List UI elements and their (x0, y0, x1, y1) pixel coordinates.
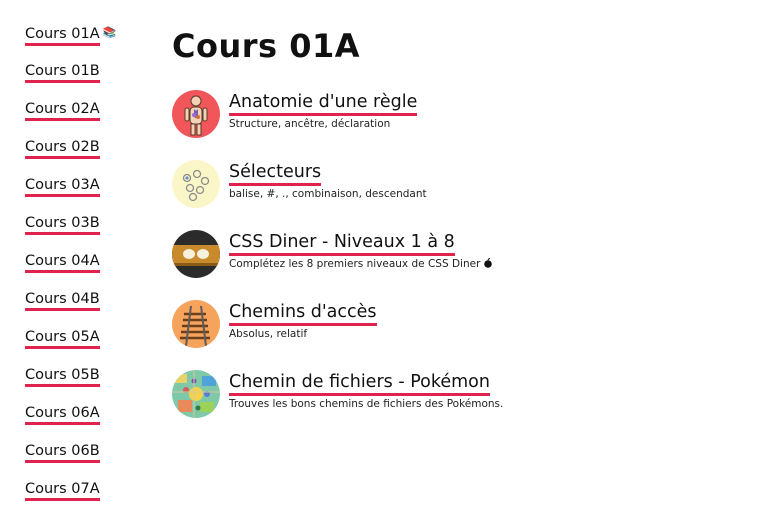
sidebar-item-label: Cours 07A (25, 481, 100, 501)
lesson-title-link[interactable]: Sélecteurs (229, 161, 322, 186)
lesson-description-text: Complétez les 8 premiers niveaux de CSS … (229, 258, 481, 270)
page: Cours 01A 📚 Cours 01B Cours 02A Cours 02B… (0, 0, 770, 512)
selectors-icon[interactable] (172, 160, 220, 208)
lesson-description: Trouves les bons chemins de fichiers des… (229, 398, 504, 410)
sidebar-item-label: Cours 06B (25, 443, 100, 463)
lesson-item-css-diner: CSS Diner - Niveaux 1 à 8 Complétez les … (172, 230, 752, 280)
railway-track-icon[interactable] (172, 300, 220, 348)
sidebar-item-label: Cours 02B (25, 139, 100, 159)
lesson-item-pokemon: Chemin de fichiers - Pokémon Trouves les… (172, 370, 752, 420)
lesson-description: Complétez les 8 premiers niveaux de CSS … (229, 258, 493, 271)
sidebar-item-cours-01a[interactable]: Cours 01A 📚 (25, 24, 150, 62)
lesson-description: Absolus, relatif (229, 328, 308, 340)
lesson-description: Structure, ancêtre, déclaration (229, 118, 391, 130)
pokemon-map-icon[interactable] (172, 370, 220, 418)
anatomy-icon[interactable] (172, 90, 220, 138)
sidebar-item-cours-06b[interactable]: Cours 06B (25, 442, 150, 480)
sidebar-item-label: Cours 02A (25, 101, 100, 121)
sidebar-item-label: Cours 03B (25, 215, 100, 235)
lesson-item-selecteurs: Sélecteurs balise, #, ., combinaison, de… (172, 160, 752, 210)
lesson-title-link[interactable]: CSS Diner - Niveaux 1 à 8 (229, 231, 455, 256)
apple-icon (484, 258, 493, 268)
sidebar-item-label: Cours 05B (25, 367, 100, 387)
sidebar-item-cours-05a[interactable]: Cours 05A (25, 328, 150, 366)
sidebar-item-label: Cours 04B (25, 291, 100, 311)
sidebar-item-cours-02b[interactable]: Cours 02B (25, 138, 150, 176)
sidebar-item-label: Cours 01B (25, 63, 100, 83)
current-page-icon: 📚 (102, 26, 117, 39)
sidebar-item-cours-02a[interactable]: Cours 02A (25, 100, 150, 138)
sidebar-item-cours-05b[interactable]: Cours 05B (25, 366, 150, 404)
sidebar-item-cours-01b[interactable]: Cours 01B (25, 62, 150, 100)
sidebar-item-label: Cours 01A (25, 26, 100, 46)
sidebar-item-label: Cours 03A (25, 177, 100, 197)
page-title: Cours 01A (172, 27, 361, 65)
sidebar-item-cours-03b[interactable]: Cours 03B (25, 214, 150, 252)
lesson-description: balise, #, ., combinaison, descendant (229, 188, 427, 200)
sidebar-item-label: Cours 06A (25, 405, 100, 425)
sidebar-item-label: Cours 04A (25, 253, 100, 273)
sidebar: Cours 01A 📚 Cours 01B Cours 02A Cours 02B… (25, 24, 150, 512)
lesson-title-link[interactable]: Anatomie d'une règle (229, 91, 418, 116)
sidebar-item-cours-06a[interactable]: Cours 06A (25, 404, 150, 442)
sidebar-item-cours-03a[interactable]: Cours 03A (25, 176, 150, 214)
sidebar-item-cours-04a[interactable]: Cours 04A (25, 252, 150, 290)
lesson-item-chemins-acces: Chemins d'accès Absolus, relatif (172, 300, 752, 350)
sidebar-item-cours-04b[interactable]: Cours 04B (25, 290, 150, 328)
css-diner-icon[interactable] (172, 230, 220, 278)
sidebar-item-cours-07a[interactable]: Cours 07A (25, 480, 150, 512)
sidebar-item-label: Cours 05A (25, 329, 100, 349)
main-content: Cours 01A Anatomie d'une règle Structure… (172, 26, 752, 418)
lesson-item-anatomy: Anatomie d'une règle Structure, ancêtre,… (172, 90, 752, 140)
lesson-title-link[interactable]: Chemins d'accès (229, 301, 377, 326)
lesson-title-link[interactable]: Chemin de fichiers - Pokémon (229, 371, 490, 396)
